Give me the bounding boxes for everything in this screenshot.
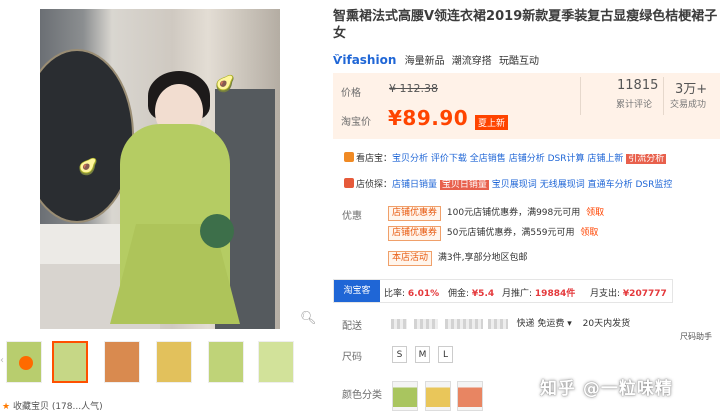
tool-link[interactable]: 店铺分析 — [509, 154, 545, 164]
thumbnail-image[interactable] — [52, 341, 88, 383]
divider — [663, 77, 664, 115]
size-label: 尺码 — [342, 352, 362, 363]
product-title: 智熏裙法式高腰V领连衣裙2019新款夏季装复古显瘦绿色桔梗裙子女 — [333, 9, 718, 41]
tool-link[interactable]: 直通车分析 — [588, 180, 633, 190]
color-option[interactable] — [392, 381, 418, 411]
promotion-label: 优惠 — [342, 211, 362, 222]
tool-link-highlight[interactable]: 引流分析 — [626, 154, 667, 164]
brand-tag: 玩酷互动 — [498, 56, 539, 67]
thumbnail-video[interactable] — [6, 341, 42, 383]
get-coupon-button[interactable]: 领取 — [586, 208, 604, 218]
color-label: 颜色分类 — [342, 390, 382, 401]
blurred-destination — [444, 318, 483, 329]
bag-shape — [200, 214, 234, 248]
tool-link[interactable]: 无线展现词 — [540, 180, 585, 190]
ifashion-mark-icon: Ѷ — [333, 54, 343, 67]
sales-count: 3万+ — [675, 82, 708, 97]
tool-link[interactable]: DSR计算 — [548, 154, 585, 164]
tool-link[interactable]: 评价下载 — [431, 154, 467, 164]
tool-link[interactable]: 宝贝分析 — [392, 154, 428, 164]
monthly-spend: 月支出: ¥207777 — [590, 289, 667, 299]
current-price: ¥89.90 — [388, 106, 469, 130]
taobao-price-label: 淘宝价 — [341, 117, 371, 128]
coupon-tag: 店铺优惠券 — [388, 226, 442, 241]
activity-tag: 本店活动 — [388, 251, 433, 266]
tool-link[interactable]: 店铺上新 — [587, 154, 623, 164]
shipping-label: 配送 — [342, 321, 362, 332]
divider — [580, 77, 581, 115]
collect-label: 收藏宝贝 (178...人气) — [12, 402, 103, 412]
coupon-row: 店铺优惠券 100元店铺优惠券，满998元可用 领取 — [388, 205, 604, 221]
coupon-row: 店铺优惠券 50元店铺优惠券，满559元可用 领取 — [388, 225, 598, 241]
ifashion-logo: Ѷifashion — [333, 53, 397, 67]
size-option-l[interactable]: L — [438, 346, 453, 363]
avocado-sticker-icon: 🥑 — [215, 74, 235, 93]
coupon-text: 50元店铺优惠券，满559元可用 — [446, 228, 575, 238]
star-icon: ★ — [2, 402, 11, 412]
chevron-left-icon[interactable]: ‹ — [0, 355, 4, 366]
dianzhentan-icon — [344, 178, 354, 188]
reviews-label: 累计评论 — [616, 100, 653, 110]
price-box: 价格 ¥ 112.38 淘宝价 ¥89.90 夏上新 11815 累计评论 3万… — [333, 73, 720, 139]
coupon-tag: 店铺优惠券 — [388, 206, 442, 221]
coupon-text: 100元店铺优惠券，满998元可用 — [446, 208, 581, 218]
blurred-origin — [391, 318, 407, 329]
affiliate-bar: 淘宝客 比率: 6.01% 佣金: ¥5.4 月推广: 19884件 月支出: … — [333, 279, 673, 303]
commission: 佣金: ¥5.4 — [448, 289, 495, 299]
shipping-eta: 20天内发货 — [582, 319, 631, 329]
caret-down-icon: ▾ — [567, 319, 572, 329]
blurred-destination — [487, 318, 508, 329]
collect-item[interactable]: ★ 收藏宝贝 (178...人气) — [2, 399, 103, 412]
sales-label: 交易成功 — [670, 100, 707, 110]
blurred-origin — [413, 318, 438, 329]
color-option[interactable] — [425, 381, 451, 411]
size-option-m[interactable]: M — [415, 346, 430, 363]
activity-text: 满3件,享部分地区包邮 — [437, 253, 528, 263]
thumbnail-image[interactable] — [258, 341, 294, 383]
thumbnail-image[interactable] — [208, 341, 244, 383]
kandianbao-icon — [344, 152, 354, 162]
monthly-promotion: 月推广: 19884件 — [502, 289, 576, 299]
dianzhentan-toolbar: 店侦探：店铺日销量 宝贝日销量 宝贝展现词 无线展现词 直通车分析 DSR监控 — [344, 177, 672, 190]
zoom-icon[interactable]: 🔍︎ — [300, 311, 317, 326]
main-product-image[interactable]: 🥑 🥑 — [40, 9, 280, 329]
rate: 比率: 6.01% — [384, 289, 440, 299]
price-label: 价格 — [341, 88, 361, 99]
taobaoke-tab[interactable]: 淘宝客 — [334, 280, 380, 302]
color-option[interactable] — [457, 381, 483, 411]
size-option-s[interactable]: S — [392, 346, 407, 363]
size-assistant-link[interactable]: 尺码助手 — [680, 331, 712, 342]
tool-link-highlight[interactable]: 宝贝日销量 — [439, 180, 489, 190]
zhihu-watermark: 知乎 @一粒味精 — [540, 379, 673, 399]
thumbnail-image[interactable] — [156, 341, 192, 383]
thumbnail-image[interactable] — [104, 341, 140, 383]
original-price: ¥ 112.38 — [389, 82, 438, 95]
tool-link[interactable]: DSR监控 — [635, 180, 672, 190]
reviews-count[interactable]: 11815 — [617, 78, 658, 93]
shipping-info: 快递 免运费 ▾ 20天内发货 — [391, 316, 630, 329]
activity-row: 本店活动 满3件,享部分地区包邮 — [388, 250, 527, 266]
thumbnail-strip: ‹ — [0, 341, 300, 385]
tool-link[interactable]: 店铺日销量 — [392, 180, 437, 190]
courier-select[interactable]: 快递 免运费 ▾ — [517, 319, 572, 329]
tool-link[interactable]: 宝贝展现词 — [492, 180, 537, 190]
promo-badge: 夏上新 — [475, 115, 509, 130]
avocado-sticker-icon: 🥑 — [78, 157, 98, 176]
kandianbao-toolbar: 看店宝：宝贝分析 评价下载 全店销售 店铺分析 DSR计算 店铺上新 引流分析 — [344, 151, 667, 164]
get-coupon-button[interactable]: 领取 — [580, 228, 598, 238]
brand-tag: 海量新品 — [404, 56, 445, 67]
brand-bar: Ѷifashion 海量新品 潮流穿搭 玩酷互动 — [333, 52, 539, 67]
brand-tag: 潮流穿搭 — [451, 56, 492, 67]
tool-link[interactable]: 全店销售 — [470, 154, 506, 164]
